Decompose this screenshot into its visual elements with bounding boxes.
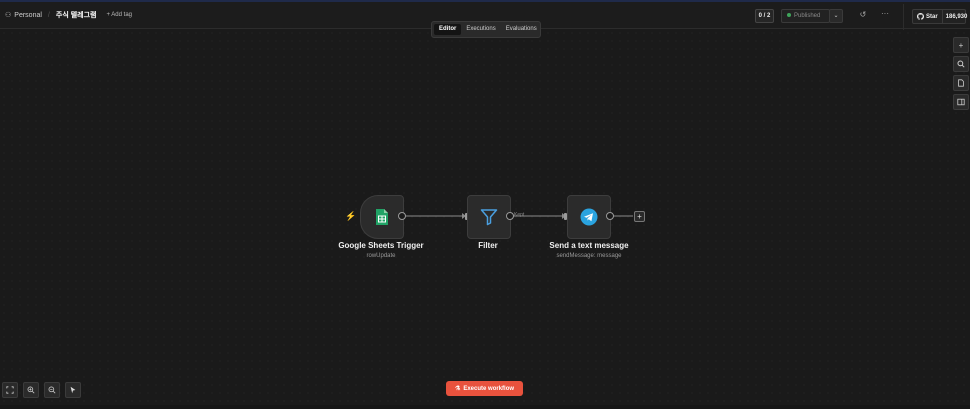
flask-icon: ⚗ [454,386,461,392]
node-subtitle: rowUpdate [366,253,396,259]
execute-workflow-label: Execute workflow [463,385,515,392]
node-filter[interactable] [467,195,511,239]
zoom-in-button[interactable] [23,382,39,398]
node-subtitle: sendMessage: message [556,253,622,259]
connection-label: Kept [514,212,525,218]
node-title: Send a text message [549,241,629,250]
plus-icon: + [637,212,642,221]
add-next-node-button[interactable]: + [634,211,645,222]
filter-funnel-icon [480,209,498,226]
google-sheets-icon [376,209,388,225]
node-output-handle[interactable] [606,212,614,220]
fit-view-icon [6,386,14,394]
telegram-icon [580,208,598,226]
node-output-handle[interactable] [398,212,406,220]
node-output-handle[interactable] [506,212,514,220]
execute-workflow-button[interactable]: ⚗ Execute workflow [446,381,523,396]
node-title: Google Sheets Trigger [338,241,424,250]
zoom-in-icon [27,386,35,394]
pointer-mode-button[interactable] [65,382,81,398]
zoom-to-fit-button[interactable] [2,382,18,398]
node-title: Filter [478,241,498,250]
node-send-text-message[interactable] [567,195,611,239]
trigger-bolt-icon: ⚡ [345,211,357,221]
cursor-icon [70,386,76,394]
bottom-strip [0,405,970,409]
zoom-out-button[interactable] [44,382,60,398]
zoom-out-icon [48,386,56,394]
